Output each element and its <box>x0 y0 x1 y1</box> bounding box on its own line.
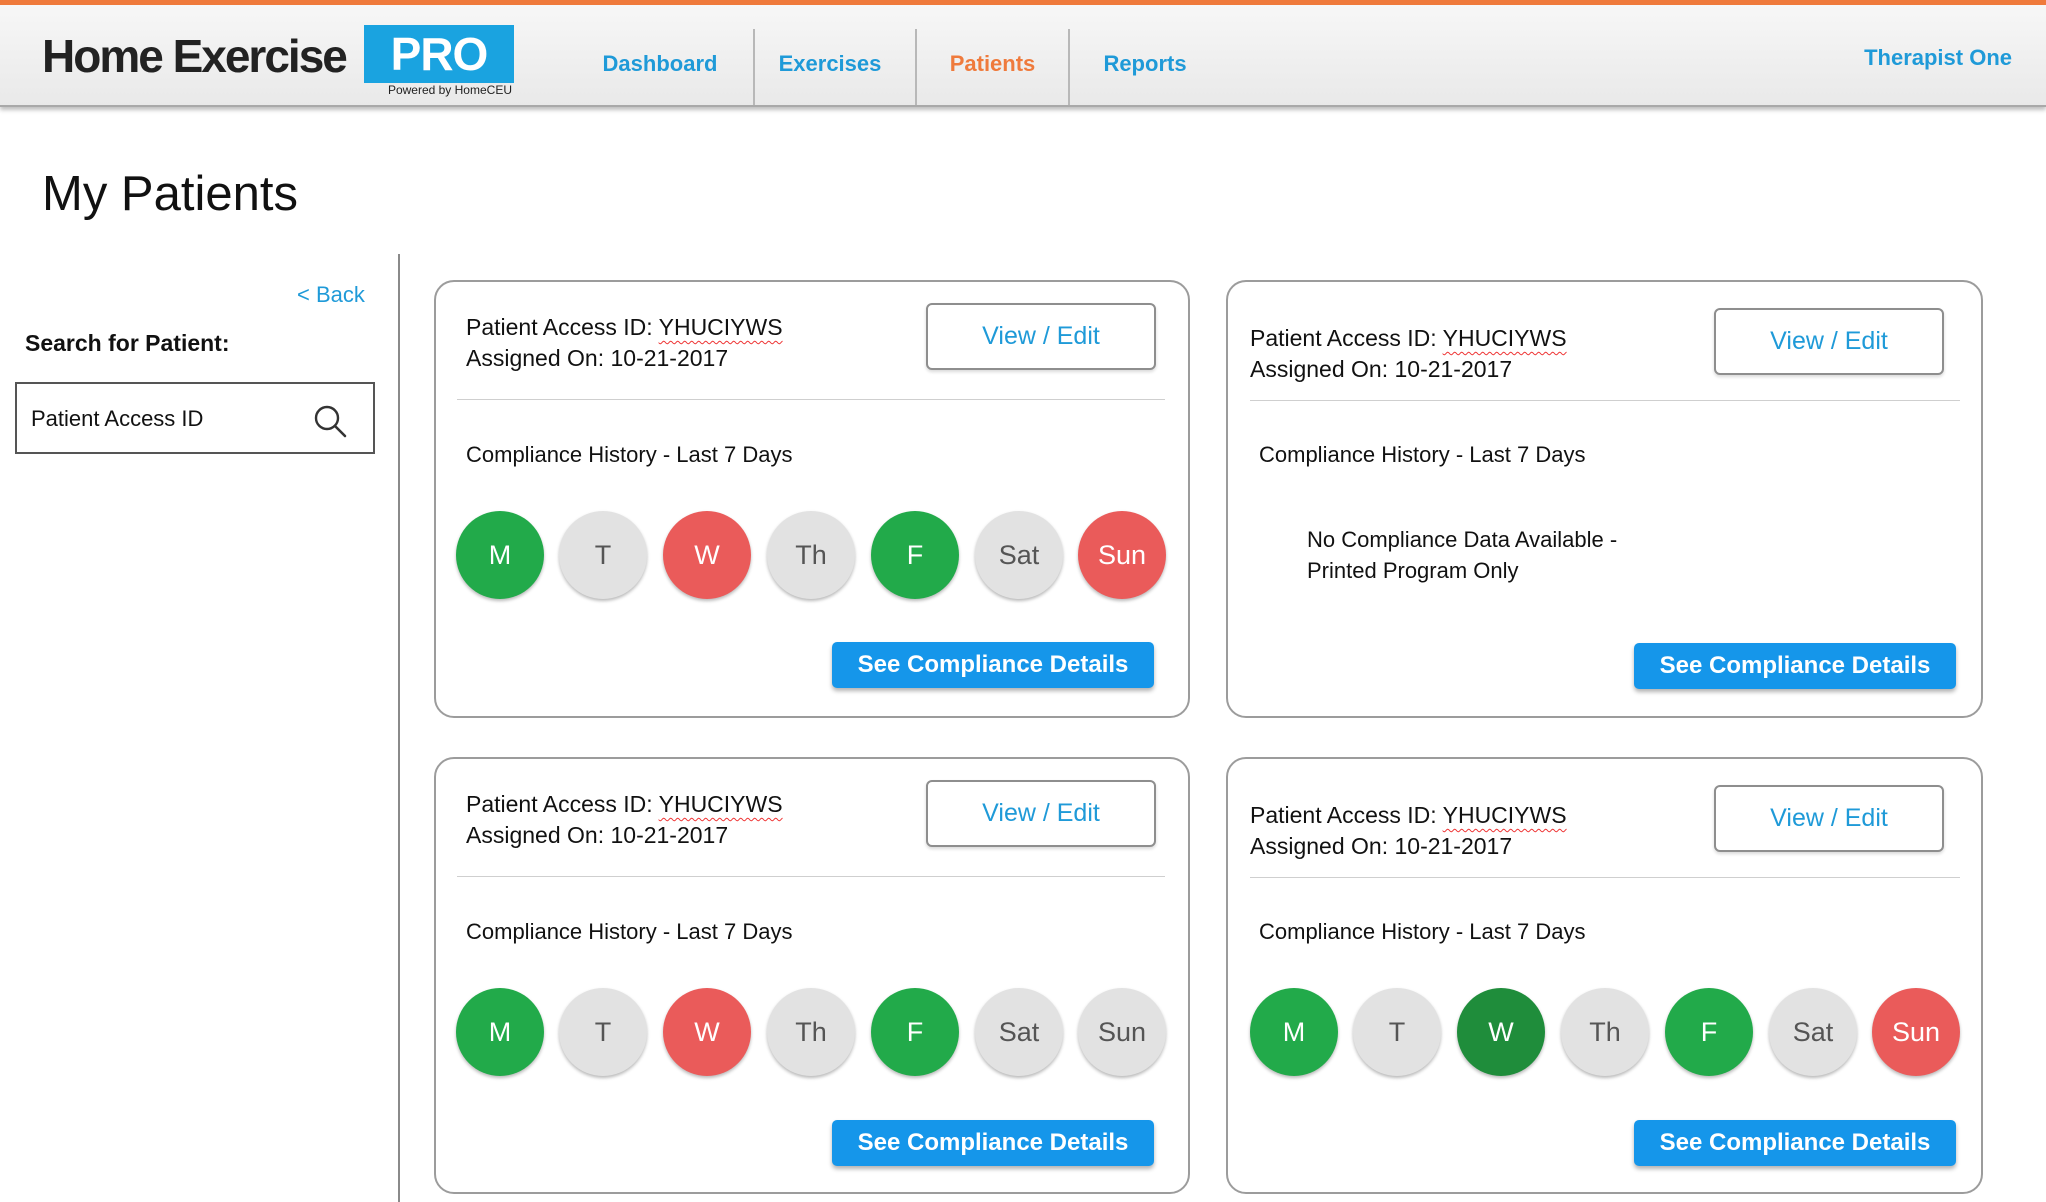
access-id-label: Patient Access ID: <box>466 314 653 340</box>
access-id-value: YHUCIYWS <box>658 314 783 340</box>
view-edit-button[interactable]: View / Edit <box>1714 308 1944 375</box>
assigned-date: 10-21-2017 <box>1394 833 1513 859</box>
assigned-date: 10-21-2017 <box>610 345 729 371</box>
nav-separator <box>915 29 917 105</box>
assigned-date: 10-21-2017 <box>1394 356 1513 382</box>
patient-card: Patient Access ID: YHUCIYWS Assigned On:… <box>1226 280 1983 718</box>
assigned-label: Assigned On: <box>1250 356 1389 382</box>
card-divider <box>457 876 1165 877</box>
access-id-value: YHUCIYWS <box>658 791 783 817</box>
view-edit-button[interactable]: View / Edit <box>926 303 1156 370</box>
day-circle-mon[interactable]: M <box>456 511 544 599</box>
compliance-history-title: Compliance History - Last 7 Days <box>466 919 793 944</box>
day-circle-thu[interactable]: Th <box>767 511 855 599</box>
no-data-line-1: No Compliance Data Available - <box>1307 527 1618 552</box>
page-title: My Patients <box>42 167 298 221</box>
see-compliance-details-button[interactable]: See Compliance Details <box>832 1120 1154 1166</box>
back-link[interactable]: < Back <box>297 282 365 308</box>
day-circle-wed[interactable]: W <box>1457 988 1545 1076</box>
access-id-label: Patient Access ID: <box>1250 802 1437 828</box>
access-id-value: YHUCIYWS <box>1442 325 1567 351</box>
top-navigation-bar: Home Exercise PRO Powered by HomeCEU Das… <box>0 0 2046 107</box>
see-compliance-details-button[interactable]: See Compliance Details <box>1634 643 1956 689</box>
day-circle-thu[interactable]: Th <box>767 988 855 1076</box>
nav-separator <box>753 29 755 105</box>
access-id-label: Patient Access ID: <box>466 791 653 817</box>
search-label: Search for Patient: <box>25 330 230 356</box>
assigned-label: Assigned On: <box>466 822 605 848</box>
nav-reports[interactable]: Reports <box>1090 27 1200 101</box>
card-divider <box>457 399 1165 400</box>
day-circle-thu[interactable]: Th <box>1561 988 1649 1076</box>
view-edit-button[interactable]: View / Edit <box>1714 785 1944 852</box>
nav-dashboard[interactable]: Dashboard <box>580 27 740 101</box>
patient-card: Patient Access ID: YHUCIYWS Assigned On:… <box>434 757 1190 1194</box>
day-circle-wed[interactable]: W <box>663 988 751 1076</box>
card-divider <box>1250 400 1960 401</box>
compliance-history-title: Compliance History - Last 7 Days <box>466 442 793 467</box>
view-edit-button[interactable]: View / Edit <box>926 780 1156 847</box>
patient-info: Patient Access ID: YHUCIYWS Assigned On:… <box>466 789 783 851</box>
assigned-label: Assigned On: <box>1250 833 1389 859</box>
patient-info: Patient Access ID: YHUCIYWS Assigned On:… <box>1250 323 1567 385</box>
access-id-value: YHUCIYWS <box>1442 802 1567 828</box>
assigned-label: Assigned On: <box>466 345 605 371</box>
patient-search-box <box>15 382 375 454</box>
day-circle-tue[interactable]: T <box>1353 988 1441 1076</box>
logo-powered-by: Powered by HomeCEU <box>387 83 512 97</box>
day-circle-fri[interactable]: F <box>1665 988 1753 1076</box>
no-compliance-data-message: No Compliance Data Available - Printed P… <box>1307 524 1617 586</box>
see-compliance-details-button[interactable]: See Compliance Details <box>1634 1120 1956 1166</box>
search-icon[interactable] <box>313 404 347 438</box>
day-circle-fri[interactable]: F <box>871 511 959 599</box>
day-circle-sat[interactable]: Sat <box>975 511 1063 599</box>
card-divider <box>1250 877 1960 878</box>
nav-exercises[interactable]: Exercises <box>770 27 890 101</box>
patient-info: Patient Access ID: YHUCIYWS Assigned On:… <box>1250 800 1567 862</box>
sidebar-divider <box>398 254 400 1202</box>
day-circle-tue[interactable]: T <box>559 988 647 1076</box>
day-circle-sat[interactable]: Sat <box>1769 988 1857 1076</box>
day-circle-sat[interactable]: Sat <box>975 988 1063 1076</box>
compliance-days: M T W Th F Sat Sun <box>1250 988 1960 1076</box>
logo-wordmark: Home Exercise <box>42 30 348 82</box>
day-circle-sun[interactable]: Sun <box>1872 988 1960 1076</box>
see-compliance-details-button[interactable]: See Compliance Details <box>832 642 1154 688</box>
logo-pro-badge: PRO <box>364 25 514 83</box>
day-circle-wed[interactable]: W <box>663 511 751 599</box>
day-circle-fri[interactable]: F <box>871 988 959 1076</box>
no-data-line-2: Printed Program Only <box>1307 558 1519 583</box>
access-id-label: Patient Access ID: <box>1250 325 1437 351</box>
nav-patients[interactable]: Patients <box>935 27 1050 101</box>
patient-card: Patient Access ID: YHUCIYWS Assigned On:… <box>434 280 1190 718</box>
compliance-days: M T W Th F Sat Sun <box>456 511 1166 599</box>
day-circle-tue[interactable]: T <box>559 511 647 599</box>
assigned-date: 10-21-2017 <box>610 822 729 848</box>
day-circle-sun[interactable]: Sun <box>1078 511 1166 599</box>
user-menu[interactable]: Therapist One <box>1864 45 2012 71</box>
patient-search-input[interactable] <box>29 398 303 440</box>
patient-info: Patient Access ID: YHUCIYWS Assigned On:… <box>466 312 783 374</box>
compliance-days: M T W Th F Sat Sun <box>456 988 1166 1076</box>
day-circle-sun[interactable]: Sun <box>1078 988 1166 1076</box>
day-circle-mon[interactable]: M <box>456 988 544 1076</box>
nav-separator <box>1068 29 1070 105</box>
patient-card: Patient Access ID: YHUCIYWS Assigned On:… <box>1226 757 1983 1194</box>
day-circle-mon[interactable]: M <box>1250 988 1338 1076</box>
compliance-history-title: Compliance History - Last 7 Days <box>1259 442 1586 467</box>
compliance-history-title: Compliance History - Last 7 Days <box>1259 919 1586 944</box>
